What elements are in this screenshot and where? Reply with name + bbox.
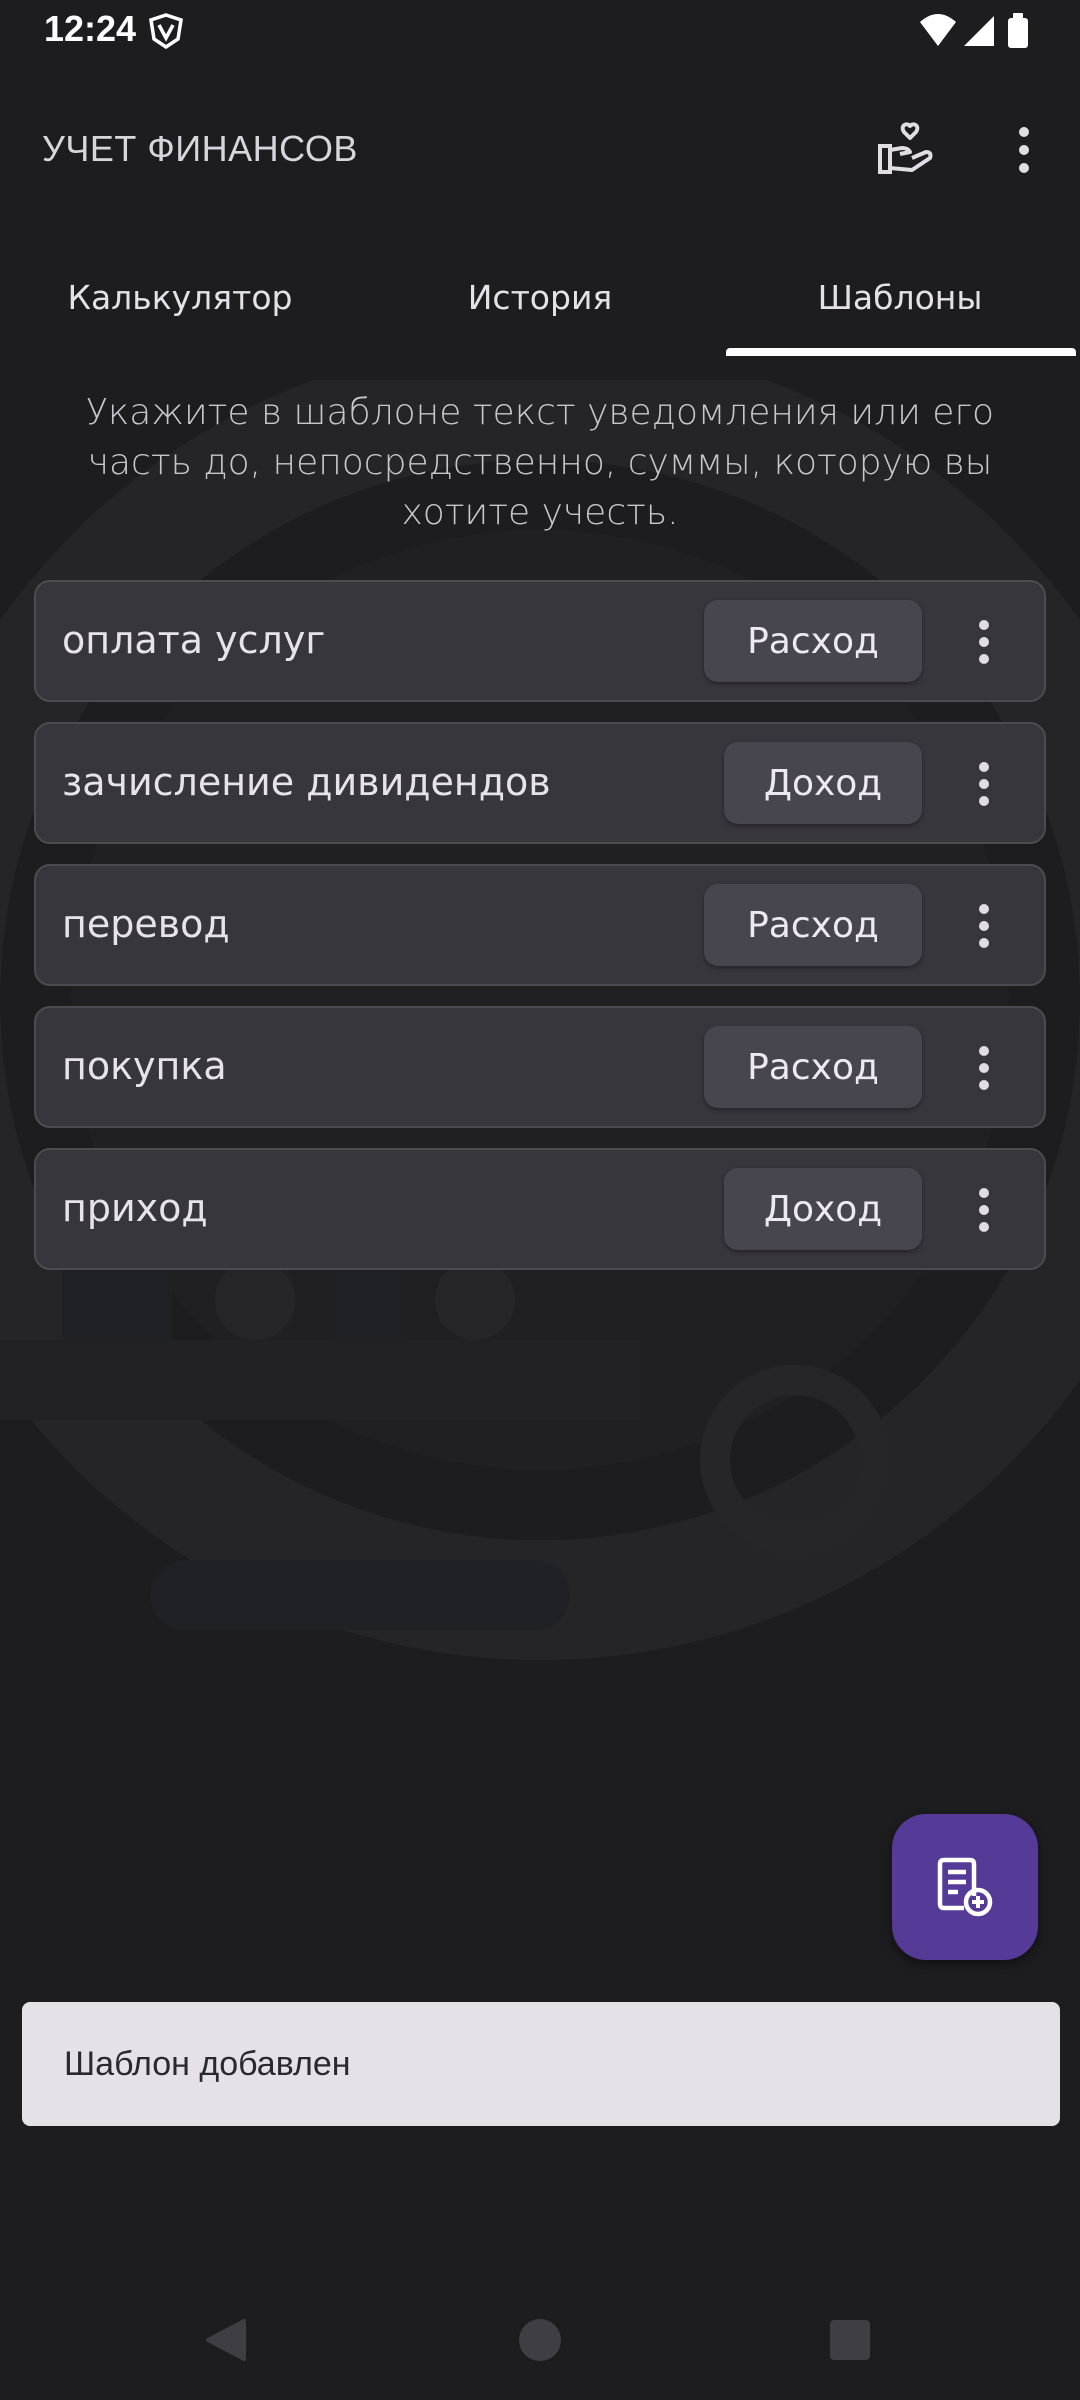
template-name: перевод: [62, 902, 230, 946]
snackbar-message: Шаблон добавлен: [64, 2044, 351, 2083]
donate-button[interactable]: [874, 118, 938, 182]
type-chip[interactable]: Доход: [724, 742, 922, 824]
home-circle-icon: [519, 2319, 561, 2361]
recents-square-icon: [830, 2320, 870, 2360]
template-name: покупка: [62, 1044, 227, 1088]
hand-heart-icon: [878, 122, 933, 174]
more-vert-icon: [979, 762, 989, 806]
row-more-button[interactable]: [956, 886, 1012, 966]
template-row[interactable]: перевод Расход: [34, 864, 1046, 986]
more-vert-icon: [979, 904, 989, 948]
row-more-button[interactable]: [956, 1170, 1012, 1250]
template-row[interactable]: покупка Расход: [34, 1006, 1046, 1128]
tab-calculator[interactable]: Калькулятор: [0, 250, 360, 356]
type-chip[interactable]: Расход: [704, 1026, 922, 1108]
template-row[interactable]: приход Доход: [34, 1148, 1046, 1270]
status-time: 12:24: [44, 8, 137, 49]
overflow-menu-button[interactable]: [994, 118, 1054, 182]
add-template-fab[interactable]: [892, 1814, 1038, 1960]
tab-history[interactable]: История: [360, 250, 720, 356]
tab-bar: Калькулятор История Шаблоны: [0, 250, 1080, 356]
row-more-button[interactable]: [956, 744, 1012, 824]
tab-label: Шаблоны: [817, 278, 983, 317]
app-bar: УЧЕТ ФИНАНСОВ: [0, 100, 1080, 200]
type-chip[interactable]: Доход: [724, 1168, 922, 1250]
template-name: оплата услуг: [62, 618, 326, 662]
app-title: УЧЕТ ФИНАНСОВ: [42, 128, 358, 169]
system-nav-bar: [0, 2280, 1080, 2400]
more-vert-icon: [979, 1188, 989, 1232]
template-row[interactable]: зачисление дивидендов Доход: [34, 722, 1046, 844]
row-more-button[interactable]: [956, 602, 1012, 682]
template-list: оплата услуг Расход зачисление дивидендо…: [34, 580, 1046, 1290]
battery-icon: [1008, 13, 1028, 48]
status-bar: 12:24: [0, 0, 1080, 62]
nav-back-button[interactable]: [196, 2310, 256, 2370]
tab-label: История: [467, 278, 613, 317]
signal-icon: [964, 16, 994, 46]
shield-v-icon: [149, 13, 183, 49]
add-note-icon: [937, 1857, 993, 1917]
type-chip[interactable]: Расход: [704, 884, 922, 966]
type-chip[interactable]: Расход: [704, 600, 922, 682]
snackbar: Шаблон добавлен: [22, 2002, 1060, 2126]
nav-recents-button[interactable]: [820, 2310, 880, 2370]
more-vert-icon: [1019, 127, 1029, 173]
template-name: зачисление дивидендов: [62, 760, 551, 804]
row-more-button[interactable]: [956, 1028, 1012, 1108]
template-row[interactable]: оплата услуг Расход: [34, 580, 1046, 702]
back-triangle-icon: [206, 2319, 246, 2361]
tab-label: Калькулятор: [67, 278, 293, 317]
tab-templates[interactable]: Шаблоны: [720, 250, 1080, 356]
templates-hint: Укажите в шаблоне текст уведомления или …: [85, 392, 995, 533]
wifi-icon: [920, 14, 956, 46]
status-icons: [920, 13, 1028, 48]
nav-home-button[interactable]: [510, 2310, 570, 2370]
more-vert-icon: [979, 620, 989, 664]
tab-indicator: [726, 348, 1076, 356]
more-vert-icon: [979, 1046, 989, 1090]
template-name: приход: [62, 1186, 208, 1230]
